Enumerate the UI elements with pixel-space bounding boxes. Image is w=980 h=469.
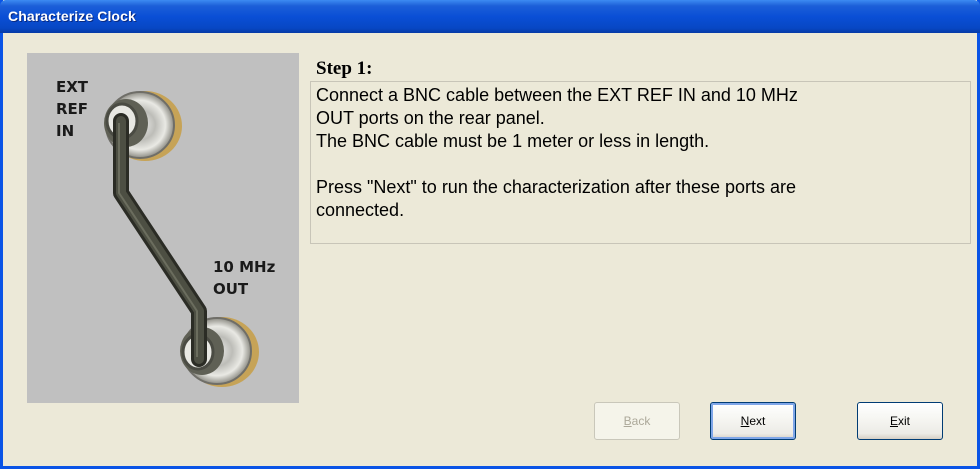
out-label-line-2: OUT [213,280,249,298]
window-title: Characterize Clock [8,8,136,24]
out-label-line-1: 10 MHz [213,258,276,276]
instruction-line: connected. [316,200,405,220]
bnc-connection-illustration: EXT REF IN 10 MHz OUT [27,53,299,403]
instruction-line: Connect a BNC cable between the EXT REF … [316,85,798,105]
ext-label-line-2: REF [56,100,89,118]
next-label: ext [749,414,766,428]
characterize-clock-dialog: Characterize Clock EXT REF IN 10 MHz OUT… [0,0,980,469]
ext-label-line-3: IN [56,122,75,140]
instruction-line: Press "Next" to run the characterization… [316,177,797,197]
next-button[interactable]: Next [710,402,796,440]
back-button[interactable]: Back [594,402,680,440]
exit-button[interactable]: Exit [857,402,943,440]
back-label: ack [631,414,651,428]
exit-mnemonic: E [889,414,898,428]
ext-label-line-1: EXT [56,78,89,96]
ext-ref-in-label: EXT REF IN [56,76,88,142]
instructions-text-box: Connect a BNC cable between the EXT REF … [310,81,971,244]
exit-label: xit [898,414,910,428]
back-mnemonic: B [623,414,632,428]
10mhz-out-label: 10 MHz OUT [213,256,275,300]
instruction-line: The BNC cable must be 1 meter or less in… [316,131,710,151]
title-bar[interactable]: Characterize Clock [0,0,980,33]
instruction-line: OUT ports on the rear panel. [316,108,545,128]
instruction-line [316,153,970,176]
step-heading: Step 1: [316,58,373,79]
